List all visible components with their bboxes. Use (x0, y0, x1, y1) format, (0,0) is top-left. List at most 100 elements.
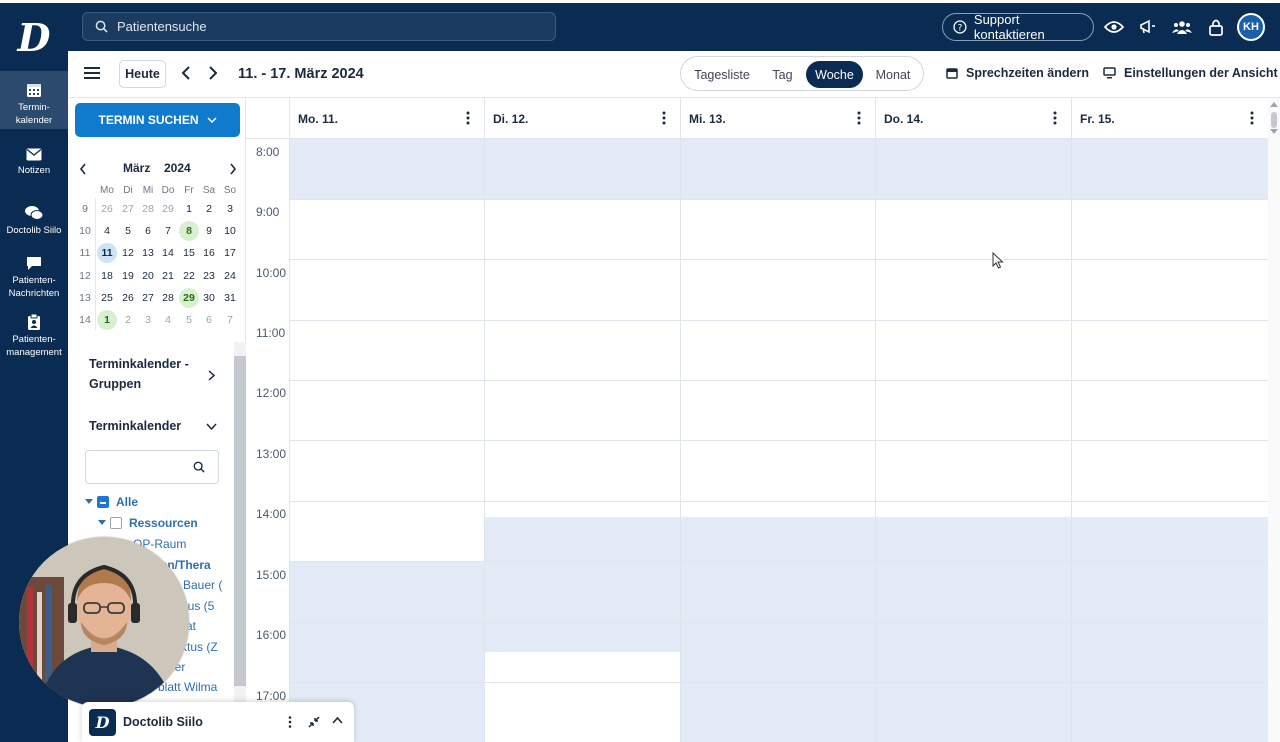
minical-day[interactable]: 19 (118, 266, 138, 286)
minical-day[interactable]: 28 (158, 288, 178, 308)
minical-day[interactable]: 11 (97, 243, 117, 263)
minical-day[interactable]: 10 (220, 221, 240, 241)
minical-day[interactable]: 5 (118, 221, 138, 241)
scroll-up-icon[interactable] (1270, 102, 1278, 107)
view-tab-day[interactable]: Tag (761, 61, 804, 88)
day-header-tue[interactable]: Di. 12. (484, 98, 680, 139)
day-header-fri[interactable]: Fr. 15. (1071, 98, 1268, 139)
more-vertical-icon[interactable] (662, 111, 666, 125)
minical-year[interactable]: 2024 (164, 161, 191, 175)
minical-prev-icon[interactable] (79, 163, 87, 175)
more-vertical-icon[interactable] (466, 111, 470, 125)
minical-day[interactable]: 4 (97, 221, 117, 241)
minical-day[interactable]: 27 (138, 288, 158, 308)
scroll-down-icon[interactable] (1270, 129, 1278, 134)
minical-month[interactable]: März (123, 161, 150, 175)
minical-day[interactable]: 6 (138, 221, 158, 241)
resources-checkbox[interactable] (110, 517, 122, 529)
minical-day[interactable]: 24 (220, 266, 240, 286)
more-vertical-icon[interactable] (1053, 111, 1057, 125)
minical-day[interactable]: 20 (138, 266, 158, 286)
minical-day[interactable]: 7 (158, 221, 178, 241)
minical-day[interactable]: 27 (118, 199, 138, 219)
minical-day[interactable]: 6 (199, 310, 219, 330)
day-header-wed[interactable]: Mi. 13. (680, 98, 875, 139)
day-header-thu[interactable]: Do. 14. (875, 98, 1071, 139)
team-icon[interactable] (1172, 17, 1192, 37)
minical-day[interactable]: 26 (118, 288, 138, 308)
calendar-scroll-thumb[interactable] (1271, 112, 1277, 128)
minical-day[interactable]: 26 (97, 199, 117, 219)
minical-day[interactable]: 3 (220, 199, 240, 219)
next-week-icon[interactable] (208, 66, 218, 80)
chevron-down-icon[interactable] (206, 423, 217, 430)
menu-icon[interactable] (84, 66, 100, 80)
minical-day[interactable]: 23 (199, 266, 219, 286)
tree-item[interactable]: Bauer ( (183, 578, 222, 592)
chevron-up-icon[interactable] (332, 717, 343, 724)
calendars-title[interactable]: Terminkalender (89, 416, 181, 436)
find-appointment-button[interactable]: TERMIN SUCHEN (75, 103, 240, 137)
minical-day[interactable]: 30 (199, 288, 219, 308)
minical-day[interactable]: 28 (138, 199, 158, 219)
chevron-right-icon[interactable] (208, 370, 215, 381)
closed-hours-block (290, 139, 1268, 199)
calendar-scrollbar[interactable] (1268, 98, 1280, 742)
minical-weekday: Do (161, 185, 175, 196)
minical-day[interactable]: 12 (118, 243, 138, 263)
nav-item-patient-management[interactable]: Patienten- management (0, 314, 68, 359)
day-header-mon[interactable]: Mo. 11. (289, 98, 484, 139)
minical-day[interactable]: 22 (179, 266, 199, 286)
view-tab-day-list[interactable]: Tagesliste (687, 61, 757, 88)
view-settings-button[interactable]: Einstellungen der Ansicht (1103, 66, 1278, 80)
nav-item-calendar[interactable]: Termin- kalender (0, 71, 68, 129)
minical-day[interactable]: 17 (220, 243, 240, 263)
minical-day[interactable]: 16 (199, 243, 219, 263)
megaphone-icon[interactable] (1138, 17, 1158, 37)
previous-week-icon[interactable] (181, 66, 191, 80)
minical-day[interactable]: 7 (220, 310, 240, 330)
more-vertical-icon[interactable] (1250, 111, 1254, 125)
minical-day[interactable]: 3 (138, 310, 158, 330)
minical-day[interactable]: 2 (199, 199, 219, 219)
left-panel-scroll-thumb[interactable] (234, 356, 246, 686)
minical-day[interactable]: 15 (179, 243, 199, 263)
minical-day[interactable]: 18 (97, 266, 117, 286)
nav-item-patient-messages[interactable]: Patienten- Nachrichten (0, 256, 68, 300)
collapse-icon[interactable] (308, 716, 320, 728)
minical-day[interactable]: 4 (158, 310, 178, 330)
user-avatar[interactable]: KH (1237, 13, 1265, 41)
calendar-groups-title[interactable]: Terminkalender - Gruppen (89, 354, 189, 394)
view-tab-week[interactable]: Woche (806, 61, 863, 88)
minical-day[interactable]: 2 (118, 310, 138, 330)
eye-icon[interactable] (1104, 17, 1124, 37)
minical-day[interactable]: 1 (179, 199, 199, 219)
minical-day[interactable]: 25 (97, 288, 117, 308)
minical-day[interactable]: 1 (97, 310, 117, 330)
minical-day[interactable]: 29 (158, 199, 178, 219)
all-checkbox[interactable] (97, 496, 109, 508)
nav-item-notes[interactable]: Notizen (0, 148, 68, 177)
patient-search-input[interactable]: Patientensuche (82, 12, 556, 41)
minical-day[interactable]: 13 (138, 243, 158, 263)
minical-day[interactable]: 9 (199, 221, 219, 241)
minical-day[interactable]: 14 (158, 243, 178, 263)
office-hours-button[interactable]: Sprechzeiten ändern (946, 66, 1089, 80)
minical-day[interactable]: 5 (179, 310, 199, 330)
minical-day[interactable]: 21 (158, 266, 178, 286)
siilo-chat-widget[interactable]: D Doctolib Siilo (82, 702, 354, 742)
tree-item-resources[interactable]: Ressourcen (98, 516, 198, 530)
nav-item-siilo[interactable]: Doctolib Siilo (0, 205, 68, 237)
lock-icon[interactable] (1206, 17, 1226, 37)
minical-day[interactable]: 29 (179, 288, 199, 308)
today-button[interactable]: Heute (119, 60, 166, 88)
minical-day[interactable]: 8 (179, 221, 199, 241)
tree-item[interactable]: blatt Wilma (158, 680, 217, 694)
minical-next-icon[interactable] (229, 163, 237, 175)
support-button[interactable]: ? Support kontaktieren (942, 12, 1094, 42)
tree-item-all[interactable]: Alle (85, 495, 138, 509)
more-vertical-icon[interactable] (857, 111, 861, 125)
view-tab-month[interactable]: Monat (867, 61, 919, 88)
minical-day[interactable]: 31 (220, 288, 240, 308)
more-vertical-icon[interactable] (288, 716, 292, 728)
